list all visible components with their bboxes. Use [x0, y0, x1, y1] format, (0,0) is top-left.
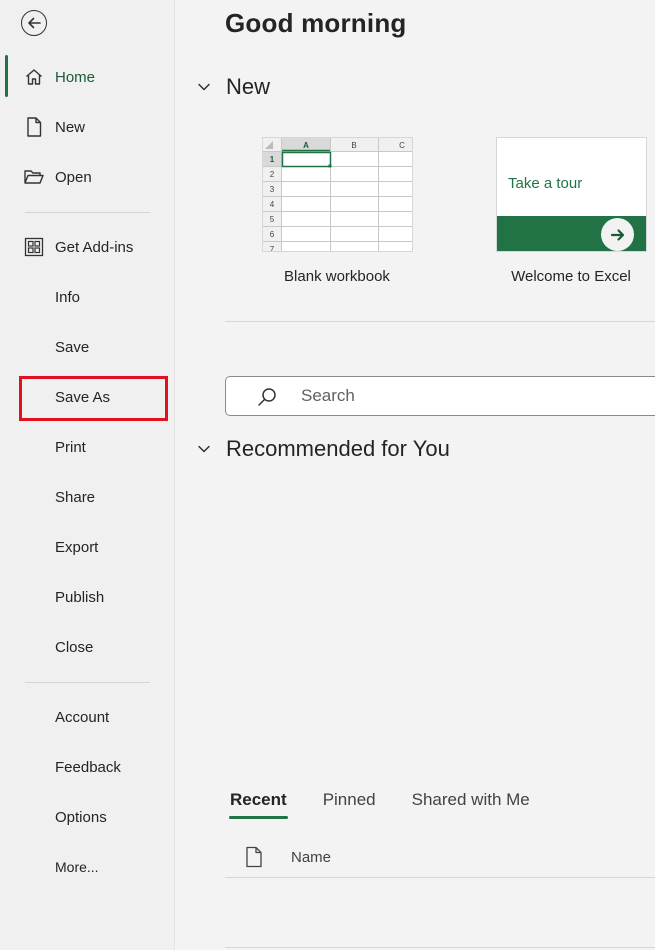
sidebar-item-label: Options [55, 808, 107, 826]
sidebar-item-new[interactable]: New [0, 105, 175, 149]
sidebar-item-label: Home [55, 68, 96, 86]
column-header-a: A [303, 141, 309, 150]
sidebar-item-label: Close [55, 638, 94, 656]
backstage-sidebar: Home New Open Get Add-ins Info Save Save… [0, 0, 175, 950]
sidebar-item-open[interactable]: Open [0, 155, 175, 199]
section-divider [225, 321, 655, 322]
backstage-main: Good morning New A B C 1 2 3 4 5 6 7 Bla… [176, 0, 655, 950]
back-button[interactable] [21, 10, 47, 36]
sidebar-item-save[interactable]: Save [0, 325, 175, 369]
sidebar-item-label: Info [55, 288, 81, 306]
sidebar-item-feedback[interactable]: Feedback [0, 745, 175, 789]
column-header-b: B [351, 141, 356, 150]
template-label: Blank workbook [284, 268, 390, 285]
back-arrow-icon [28, 17, 41, 29]
new-section-header[interactable]: New [196, 74, 270, 100]
template-welcome-to-excel[interactable]: Take a tour Welcome to Excel [496, 137, 647, 285]
add-ins-grid-icon [23, 236, 45, 258]
search-input[interactable] [301, 385, 601, 407]
sidebar-divider [25, 682, 150, 683]
sidebar-divider [25, 212, 150, 213]
sidebar-item-save-as[interactable]: Save As [0, 375, 175, 419]
sidebar-item-label: Share [55, 488, 96, 506]
row-header-2: 2 [270, 170, 275, 179]
home-icon [23, 66, 45, 88]
chevron-down-icon [196, 79, 212, 95]
sidebar-item-account[interactable]: Account [0, 695, 175, 739]
sidebar-item-label: Account [55, 708, 110, 726]
sidebar-item-share[interactable]: Share [0, 475, 175, 519]
page-title: Good morning [225, 8, 407, 38]
template-label: Welcome to Excel [511, 268, 631, 285]
row-header-6: 6 [270, 230, 275, 239]
blank-workbook-thumbnail: A B C 1 2 3 4 5 6 7 [262, 137, 413, 252]
sidebar-item-label: Export [55, 538, 99, 556]
recommended-section-header[interactable]: Recommended for You [196, 436, 450, 462]
arrow-right-icon [601, 218, 634, 251]
tab-recent[interactable]: Recent [229, 790, 288, 819]
row-header-1: 1 [270, 155, 275, 164]
file-list-header: Name [225, 840, 655, 878]
file-tabs: Recent Pinned Shared with Me [229, 790, 566, 819]
sidebar-item-label: Feedback [55, 758, 121, 776]
sidebar-item-more[interactable]: More... [0, 845, 175, 889]
file-list-row[interactable] [225, 910, 655, 948]
sidebar-item-print[interactable]: Print [0, 425, 175, 469]
sidebar-item-label: More... [55, 859, 99, 875]
sidebar-item-export[interactable]: Export [0, 525, 175, 569]
spreadsheet-grid-icon: A B C 1 2 3 4 5 6 7 [263, 138, 412, 252]
sidebar-item-publish[interactable]: Publish [0, 575, 175, 619]
sidebar-item-get-add-ins[interactable]: Get Add-ins [0, 225, 175, 269]
sidebar-item-label: Publish [55, 588, 105, 606]
section-title: Recommended for You [226, 436, 450, 461]
folder-open-icon [23, 166, 45, 188]
search-box[interactable] [225, 376, 655, 416]
sidebar-item-home[interactable]: Home [0, 55, 175, 99]
sidebar-item-label: Save [55, 338, 90, 356]
sidebar-item-label: Get Add-ins [55, 238, 134, 256]
section-title: New [226, 74, 271, 99]
name-column-header[interactable]: Name [291, 849, 331, 866]
sidebar-item-options[interactable]: Options [0, 795, 175, 839]
search-icon [258, 388, 276, 406]
tab-pinned[interactable]: Pinned [323, 790, 376, 816]
welcome-thumbnail: Take a tour [496, 137, 647, 252]
sidebar-item-label: New [55, 118, 86, 136]
file-type-icon [246, 846, 262, 868]
sidebar-item-label: Print [55, 438, 86, 456]
new-file-icon [23, 116, 45, 138]
chevron-down-icon [196, 441, 212, 457]
sidebar-item-label: Open [55, 168, 92, 186]
row-header-4: 4 [270, 200, 275, 209]
row-header-5: 5 [270, 215, 275, 224]
column-header-c: C [399, 141, 405, 150]
sidebar-item-label: Save As [55, 388, 111, 406]
take-a-tour-caption: Take a tour [508, 175, 583, 192]
tab-shared-with-me[interactable]: Shared with Me [412, 790, 530, 816]
sidebar-item-close[interactable]: Close [0, 625, 175, 669]
sidebar-item-info[interactable]: Info [0, 275, 175, 319]
template-blank-workbook[interactable]: A B C 1 2 3 4 5 6 7 Blank workbook [262, 137, 413, 285]
row-header-7: 7 [270, 245, 275, 252]
row-header-3: 3 [270, 185, 275, 194]
